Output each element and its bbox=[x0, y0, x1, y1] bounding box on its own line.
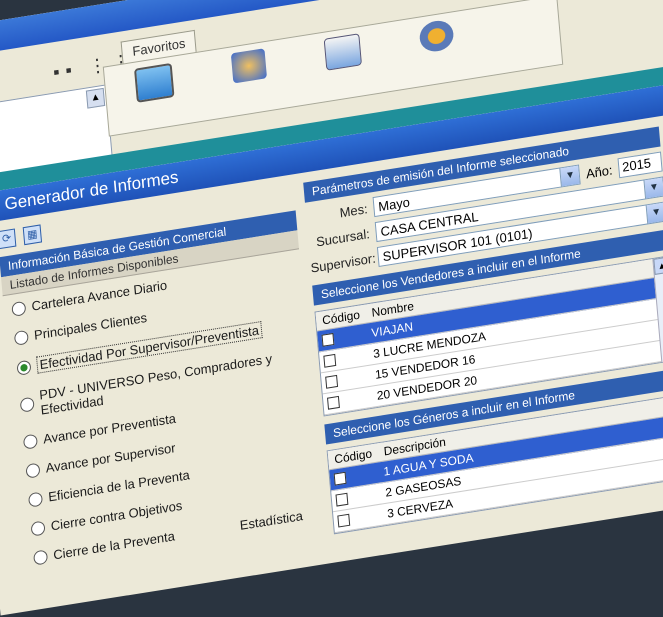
month-value: Mayo bbox=[377, 193, 411, 214]
monitor-icon[interactable] bbox=[134, 62, 175, 103]
id-card-icon[interactable] bbox=[323, 33, 363, 71]
scroll-up-icon[interactable]: ▲ bbox=[85, 87, 106, 109]
row-checkbox[interactable] bbox=[333, 471, 347, 486]
radio-icon[interactable] bbox=[19, 396, 35, 413]
reports-panel: Información Básica de Gestión Comercial … bbox=[0, 210, 325, 596]
row-name: VIAJAN bbox=[370, 319, 414, 340]
radio-checked-icon[interactable] bbox=[16, 359, 32, 376]
radio-icon[interactable] bbox=[33, 548, 49, 566]
gear-icon[interactable] bbox=[418, 18, 455, 54]
radio-icon[interactable] bbox=[11, 300, 27, 317]
branch-label: Sucursal: bbox=[315, 225, 371, 249]
row-checkbox[interactable] bbox=[321, 332, 335, 347]
supervisor-label: Supervisor: bbox=[309, 249, 377, 276]
extra-label: Estadística bbox=[239, 507, 304, 533]
dialog-toolbar: ⟳ ▦ bbox=[0, 224, 43, 250]
refresh-icon[interactable]: ⟳ bbox=[0, 228, 17, 250]
row-checkbox[interactable] bbox=[325, 374, 339, 389]
radio-icon[interactable] bbox=[13, 329, 29, 346]
scroll-up-icon[interactable]: ▲ bbox=[653, 256, 663, 275]
calendar-icon[interactable]: ▦ bbox=[22, 224, 43, 246]
radio-icon[interactable] bbox=[30, 519, 46, 537]
year-input[interactable]: 2015 bbox=[617, 151, 663, 179]
month-label: Mes: bbox=[339, 200, 369, 220]
users-icon[interactable] bbox=[230, 48, 268, 84]
chevron-down-icon[interactable]: ▼ bbox=[645, 202, 663, 224]
chevron-down-icon[interactable]: ▼ bbox=[559, 165, 580, 187]
radio-icon[interactable] bbox=[27, 490, 43, 508]
year-label: Año: bbox=[585, 161, 614, 181]
row-checkbox[interactable] bbox=[335, 492, 349, 507]
screen: _ □ X ▪▪ ⋮⋮ ▲ Favoritos Generador de Inf… bbox=[0, 0, 663, 616]
row-checkbox[interactable] bbox=[337, 513, 351, 528]
row-checkbox[interactable] bbox=[327, 395, 340, 410]
chevron-down-icon[interactable]: ▼ bbox=[643, 177, 663, 199]
parameters-panel: Parámetros de emisión del Informe selecc… bbox=[303, 126, 663, 562]
radio-icon[interactable] bbox=[25, 462, 41, 479]
radio-icon[interactable] bbox=[22, 433, 38, 450]
row-checkbox[interactable] bbox=[323, 353, 337, 368]
